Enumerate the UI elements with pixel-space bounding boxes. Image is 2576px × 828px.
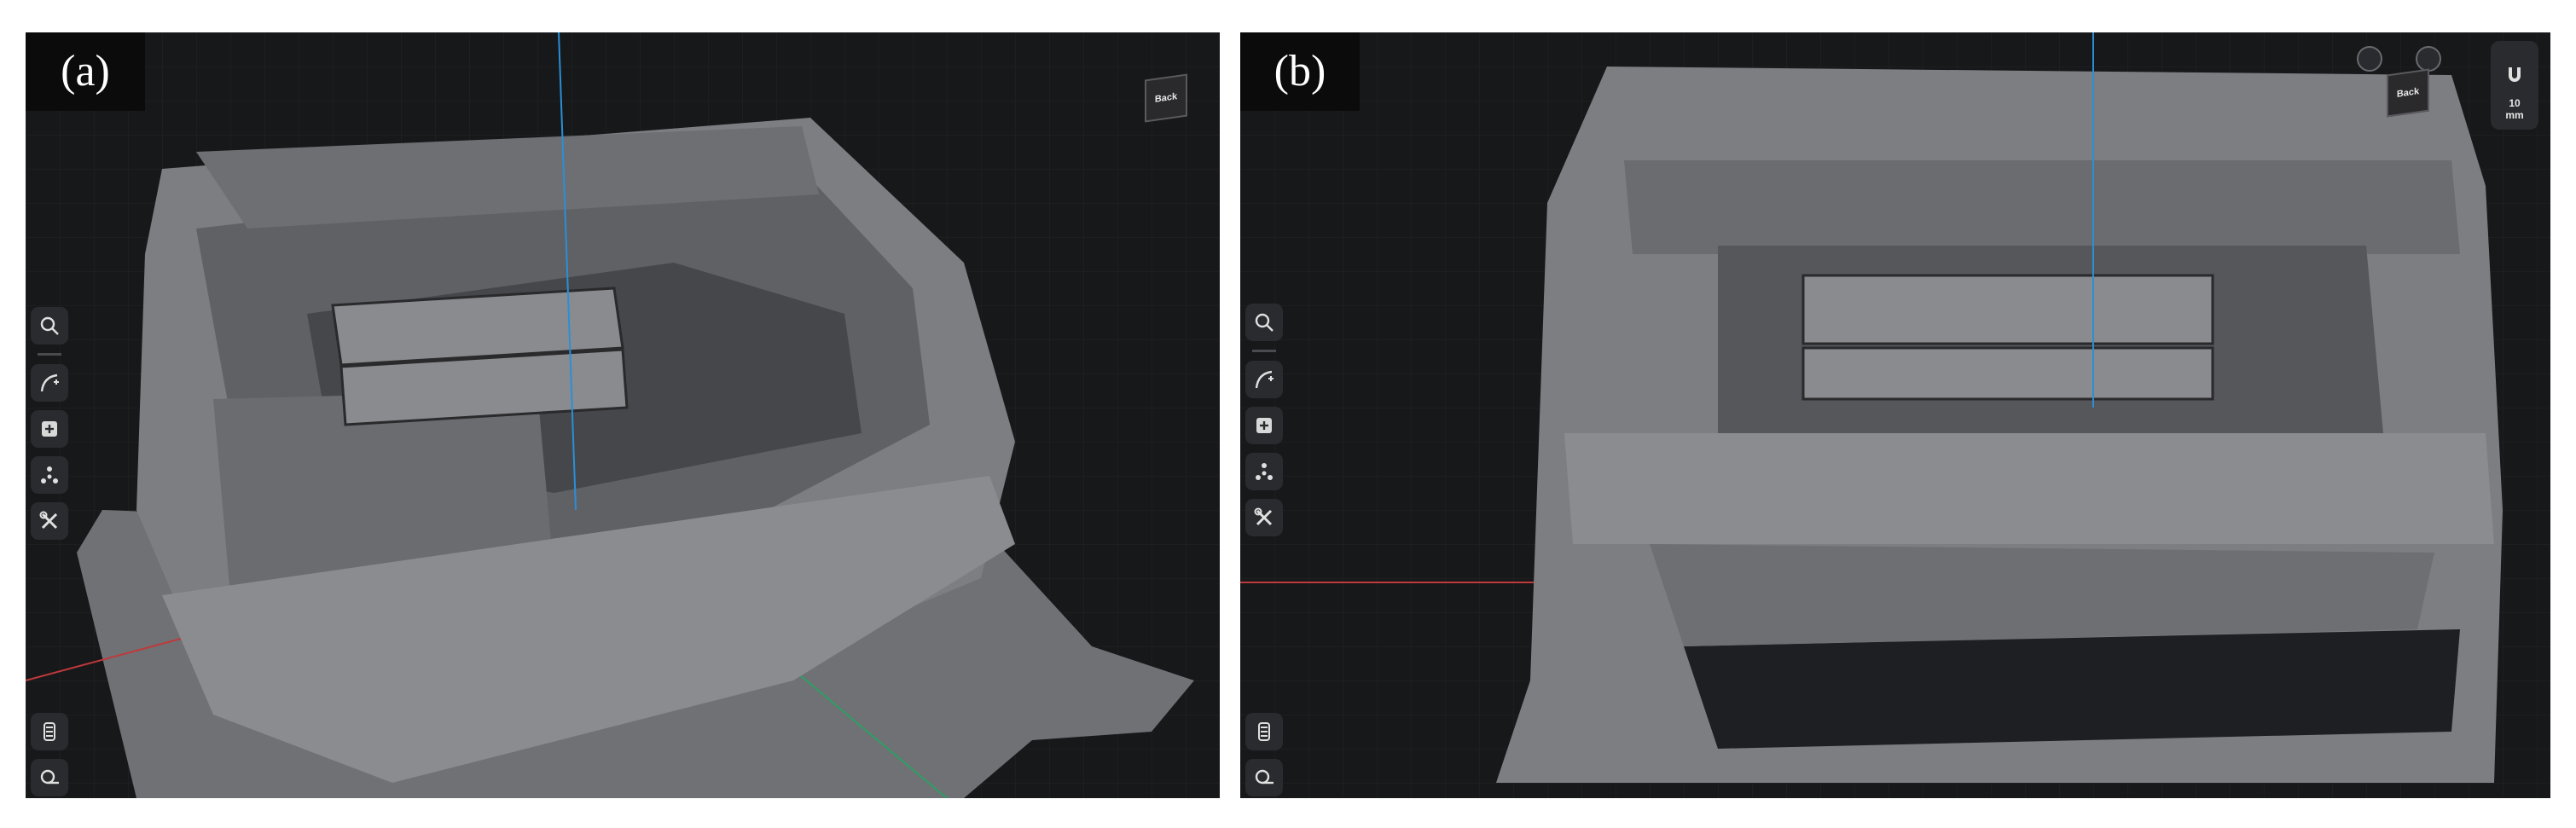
- viewport-panel-a[interactable]: (a) Back: [26, 32, 1220, 798]
- axis-gizmo-icon: [1256, 463, 1273, 480]
- tools-icon: [39, 511, 58, 530]
- 3d-scene-a[interactable]: [26, 32, 1220, 798]
- measure-curve-icon: [1255, 370, 1273, 389]
- panel-label-b: (b): [1240, 32, 1360, 111]
- 3d-scene-b[interactable]: [1240, 32, 2550, 798]
- layers-button[interactable]: [31, 713, 68, 750]
- left-toolbar: [1245, 304, 1283, 536]
- axis-gizmo-icon: [41, 466, 58, 483]
- axis-gizmo-button[interactable]: [31, 456, 68, 494]
- panel-label-a: (a): [26, 32, 145, 111]
- view-cube-face[interactable]: Back: [1145, 73, 1187, 123]
- add-button[interactable]: [31, 410, 68, 448]
- tape-measure-icon: [1255, 769, 1273, 785]
- search-button[interactable]: [31, 307, 68, 345]
- box-top: [1801, 274, 2214, 345]
- tape-measure-icon: [40, 769, 59, 785]
- curve-measure-button[interactable]: [1245, 361, 1283, 398]
- viewport-panel-b[interactable]: (b) Back 10 mm: [1240, 32, 2550, 798]
- toolbar-divider: [38, 353, 61, 356]
- curve-measure-button[interactable]: [31, 364, 68, 402]
- snap-increment-button[interactable]: 10 mm: [2491, 41, 2538, 130]
- magnet-icon: [2509, 67, 2521, 82]
- tape-measure-button[interactable]: [1245, 759, 1283, 796]
- left-bottom-toolbar: [31, 713, 68, 796]
- add-button[interactable]: [1245, 407, 1283, 444]
- snap-value: 10: [2509, 97, 2521, 109]
- tools-icon: [1254, 507, 1273, 526]
- search-button[interactable]: [1245, 304, 1283, 341]
- left-bottom-toolbar: [1245, 713, 1283, 796]
- view-cube[interactable]: Back: [1134, 68, 1194, 128]
- layers-button[interactable]: [1245, 713, 1283, 750]
- add-icon: [42, 421, 57, 437]
- toolbar-divider: [1252, 350, 1276, 352]
- layers-icon: [1258, 722, 1270, 741]
- rear-bumper: [1564, 433, 2494, 544]
- view-cube[interactable]: Back: [2376, 63, 2436, 123]
- tape-measure-button[interactable]: [31, 759, 68, 796]
- search-icon: [40, 316, 59, 335]
- axis-gizmo-button[interactable]: [1245, 453, 1283, 490]
- add-icon: [1256, 418, 1272, 433]
- box-bottom: [1801, 346, 2214, 401]
- tools-button[interactable]: [1245, 499, 1283, 536]
- view-cube-face[interactable]: Back: [2387, 68, 2429, 118]
- tools-button[interactable]: [31, 502, 68, 540]
- layers-icon: [44, 722, 55, 741]
- measure-curve-icon: [40, 373, 59, 392]
- search-icon: [1255, 313, 1273, 332]
- snap-unit: mm: [2505, 109, 2524, 121]
- left-toolbar: [31, 307, 68, 540]
